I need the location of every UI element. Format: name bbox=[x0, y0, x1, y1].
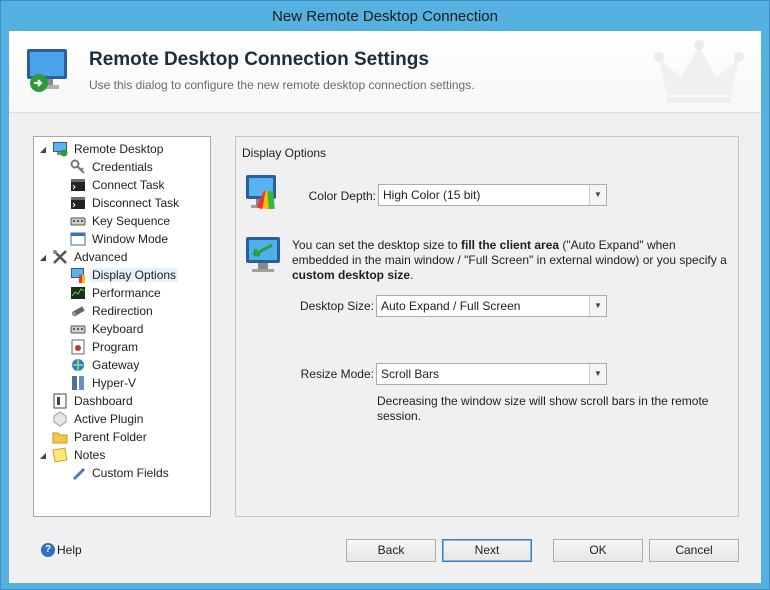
tree-item-label: Advanced bbox=[74, 250, 128, 264]
crown-watermark-icon bbox=[654, 40, 744, 103]
tree-item-label: Gateway bbox=[92, 358, 140, 372]
tree-item-display-options[interactable]: Display Options bbox=[56, 266, 179, 284]
tree-item-remote-desktop[interactable]: ◢ Remote Desktop bbox=[38, 140, 165, 158]
tree-item-connect-task[interactable]: Connect Task bbox=[56, 176, 167, 194]
header-subtitle: Use this dialog to configure the new rem… bbox=[89, 78, 475, 92]
tree-item-label: Display Options bbox=[90, 268, 179, 282]
tree-item-advanced[interactable]: ◢ Advanced bbox=[38, 248, 129, 266]
hyperv-icon bbox=[72, 376, 84, 390]
window-title: New Remote Desktop Connection bbox=[272, 8, 498, 25]
size-info-text-3: . bbox=[410, 268, 414, 282]
tree-item-label: Redirection bbox=[92, 304, 153, 318]
tree-item-redirection[interactable]: Redirection bbox=[56, 302, 155, 320]
help-icon: ? bbox=[41, 543, 55, 557]
monitor-icon bbox=[53, 142, 68, 157]
chevron-down-icon[interactable]: ▼ bbox=[589, 296, 606, 316]
resize-mode-combo[interactable]: Scroll Bars ▼ bbox=[376, 363, 607, 385]
tree-item-parent-folder[interactable]: Parent Folder bbox=[38, 428, 149, 446]
settings-tree[interactable]: ◢ Remote Desktop Credentials Connect Task Di… bbox=[33, 136, 211, 517]
pen-icon bbox=[73, 468, 85, 480]
tree-item-label: Active Plugin bbox=[74, 412, 144, 426]
dialog-client: Remote Desktop Connection Settings Use t… bbox=[9, 31, 761, 583]
color-depth-combo[interactable]: High Color (15 bit) ▼ bbox=[378, 184, 607, 206]
resize-mode-label: Resize Mode: bbox=[300, 367, 374, 381]
resize-mode-info: Decreasing the window size will show scr… bbox=[377, 394, 709, 423]
notes-icon bbox=[52, 447, 68, 463]
tree-item-key-sequence[interactable]: Key Sequence bbox=[56, 212, 172, 230]
console-icon bbox=[71, 179, 85, 191]
desktop-size-combo[interactable]: Auto Expand / Full Screen ▼ bbox=[376, 295, 607, 317]
size-info-text-1: You can set the desktop size to bbox=[292, 238, 462, 252]
back-button[interactable]: Back bbox=[346, 539, 436, 562]
tree-item-notes[interactable]: ◢ Notes bbox=[38, 446, 107, 464]
cancel-button[interactable]: Cancel bbox=[649, 539, 739, 562]
window-icon bbox=[70, 232, 86, 246]
tree-item-label: Connect Task bbox=[92, 178, 165, 192]
performance-icon bbox=[71, 287, 85, 299]
header-title: Remote Desktop Connection Settings bbox=[89, 49, 429, 70]
size-info-bold-2: custom desktop size bbox=[292, 268, 411, 282]
dialog-window: New Remote Desktop Connection Remote Des… bbox=[0, 0, 770, 590]
help-link[interactable]: ? Help bbox=[41, 543, 82, 557]
redirection-icon bbox=[71, 306, 85, 317]
tree-item-label: Program bbox=[92, 340, 139, 354]
color-depth-icon bbox=[246, 175, 276, 210]
collapse-arrow-icon[interactable]: ◢ bbox=[38, 253, 48, 262]
panel-title: Display Options bbox=[242, 146, 327, 160]
tree-item-custom-fields[interactable]: Custom Fields bbox=[56, 464, 171, 482]
remote-desktop-icon bbox=[27, 49, 67, 92]
ok-button[interactable]: OK bbox=[553, 539, 643, 562]
tree-item-label: Key Sequence bbox=[92, 214, 171, 228]
folder-icon bbox=[52, 432, 68, 444]
gateway-icon bbox=[72, 359, 84, 371]
color-depth-value: High Color (15 bit) bbox=[383, 188, 481, 202]
tree-item-label: Notes bbox=[74, 448, 106, 462]
tree-item-window-mode[interactable]: Window Mode bbox=[56, 230, 170, 248]
collapse-arrow-icon[interactable]: ◢ bbox=[38, 451, 48, 460]
tree-item-performance[interactable]: Performance bbox=[56, 284, 163, 302]
tree-item-program[interactable]: Program bbox=[56, 338, 140, 356]
tree-item-gateway[interactable]: Gateway bbox=[56, 356, 141, 374]
size-info-bold-1: fill the client area bbox=[461, 238, 560, 252]
tree-item-disconnect-task[interactable]: Disconnect Task bbox=[56, 194, 181, 212]
tree-item-active-plugin[interactable]: Active Plugin bbox=[38, 410, 145, 428]
desktop-size-icon bbox=[246, 237, 280, 272]
color-depth-label: Color Depth: bbox=[308, 189, 376, 203]
dialog-header: Remote Desktop Connection Settings Use t… bbox=[9, 31, 761, 113]
display-options-panel: Display Options Color Depth: High Color … bbox=[235, 136, 739, 517]
tree-item-label: Remote Desktop bbox=[74, 142, 164, 156]
tree-item-label: Performance bbox=[92, 286, 161, 300]
tree-item-keyboard[interactable]: Keyboard bbox=[56, 320, 145, 338]
tree-item-label: Dashboard bbox=[74, 394, 133, 408]
tree-item-label: Keyboard bbox=[92, 322, 144, 336]
tree-item-label: Hyper-V bbox=[92, 376, 137, 390]
tree-item-dashboard[interactable]: Dashboard bbox=[38, 392, 135, 410]
tree-item-label: Credentials bbox=[92, 160, 153, 174]
display-icon bbox=[71, 268, 85, 283]
keyboard-icon bbox=[70, 325, 86, 334]
tools-icon bbox=[53, 250, 67, 264]
key-icon bbox=[70, 159, 85, 174]
chevron-down-icon[interactable]: ▼ bbox=[589, 364, 606, 384]
tree-item-label: Custom Fields bbox=[92, 466, 169, 480]
desktop-size-value: Auto Expand / Full Screen bbox=[381, 299, 521, 313]
dashboard-icon bbox=[53, 393, 67, 409]
desktop-size-info: You can set the desktop size to fill the… bbox=[292, 238, 732, 283]
chevron-down-icon[interactable]: ▼ bbox=[589, 185, 606, 205]
plugin-icon bbox=[53, 411, 67, 427]
program-icon bbox=[71, 339, 85, 355]
collapse-arrow-icon[interactable]: ◢ bbox=[38, 145, 48, 154]
desktop-size-label: Desktop Size: bbox=[299, 299, 374, 313]
next-button[interactable]: Next bbox=[442, 539, 532, 562]
resize-mode-value: Scroll Bars bbox=[381, 367, 440, 381]
tree-item-credentials[interactable]: Credentials bbox=[56, 158, 155, 176]
console-icon bbox=[71, 197, 85, 209]
tree-item-label: Disconnect Task bbox=[92, 196, 180, 210]
keyboard-icon bbox=[70, 217, 86, 226]
tree-item-label: Window Mode bbox=[92, 232, 169, 246]
tree-item-label: Parent Folder bbox=[74, 430, 147, 444]
help-label: Help bbox=[57, 543, 82, 557]
tree-item-hyper-v[interactable]: Hyper-V bbox=[56, 374, 138, 392]
